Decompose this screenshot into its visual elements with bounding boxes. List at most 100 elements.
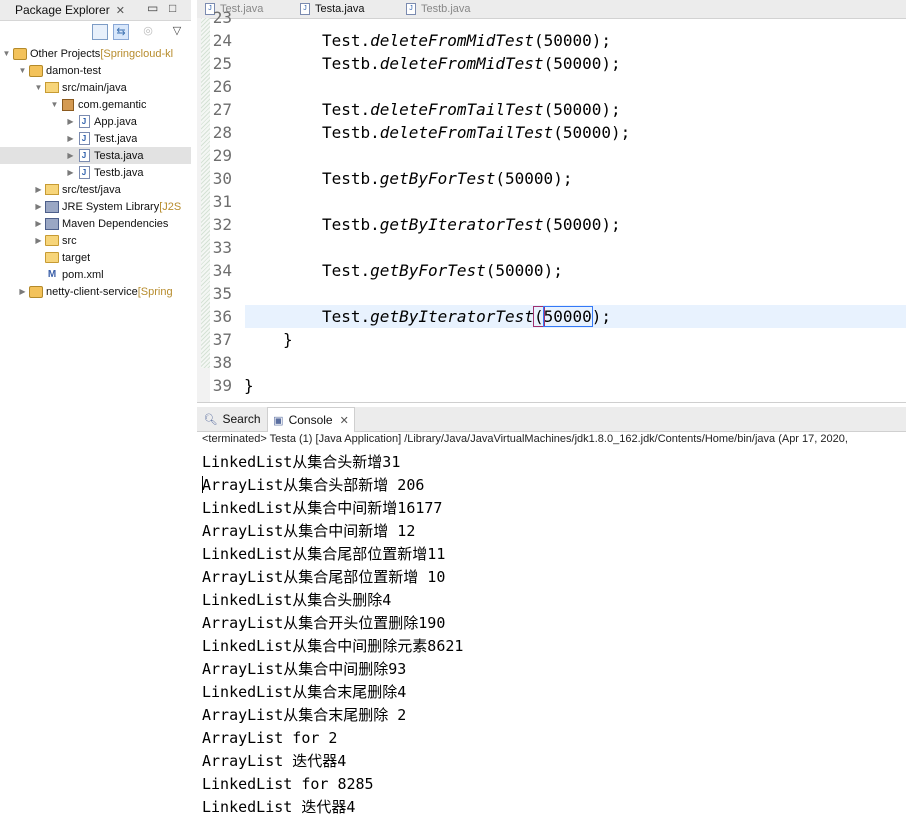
console-output-line: ArrayList从集合尾部位置新增 10 bbox=[202, 568, 446, 586]
tab-console[interactable]: ▣ Console ✕ bbox=[267, 407, 355, 432]
tree-item-label: netty-client-service bbox=[46, 285, 138, 298]
line-number: 38 bbox=[212, 353, 232, 372]
code-line: 32 Testb.getByIteratorTest(50000); bbox=[197, 213, 906, 236]
line-number: 23 bbox=[212, 8, 232, 27]
close-icon[interactable]: ✕ bbox=[340, 414, 349, 427]
console-output-line: ArrayList for 2 bbox=[202, 729, 338, 747]
collapsed-arrow-icon[interactable]: ▶ bbox=[66, 117, 75, 126]
tree-item-label: src/main/java bbox=[62, 81, 127, 94]
line-number: 34 bbox=[212, 261, 232, 280]
expanded-arrow-icon[interactable]: ▼ bbox=[18, 66, 27, 75]
close-icon[interactable]: ✕ bbox=[116, 4, 125, 17]
collapsed-arrow-icon[interactable]: ▶ bbox=[66, 134, 75, 143]
package-explorer-title: Package Explorer bbox=[15, 3, 110, 17]
console-output-line: ArrayList从集合中间新增 12 bbox=[202, 522, 416, 540]
tree-item[interactable]: ▼ Other Projects [Springcloud-kl bbox=[0, 45, 191, 62]
method-name: getByIteratorTest bbox=[379, 215, 544, 234]
code-text: Testb.deleteFromMidTest(50000); bbox=[322, 52, 621, 75]
tree-item[interactable]: target bbox=[0, 249, 191, 266]
tree-item-label: App.java bbox=[94, 115, 137, 128]
java-file-icon: J bbox=[77, 149, 91, 163]
focus-icon[interactable]: ◎ bbox=[141, 24, 155, 38]
tree-item-label: Testa.java bbox=[94, 149, 144, 162]
code-line: 23 bbox=[197, 6, 906, 29]
tree-item[interactable]: ▶ Maven Dependencies bbox=[0, 215, 191, 232]
tree-item[interactable]: ▶ netty-client-service [Spring bbox=[0, 283, 191, 300]
collapsed-arrow-icon[interactable]: ▶ bbox=[34, 185, 43, 194]
code-token: Testb. bbox=[322, 169, 380, 188]
java-editor: J Test.java J Testa.java J Testb.java 23 24 Tes… bbox=[197, 0, 906, 402]
source-folder-icon bbox=[45, 81, 59, 95]
expanded-arrow-icon[interactable]: ▼ bbox=[34, 83, 43, 92]
line-number: 30 bbox=[212, 169, 232, 188]
code-line: 36 Test.getByIteratorTest(50000); bbox=[197, 305, 906, 328]
console-output[interactable]: LinkedList从集合头新增31 ArrayList从集合头部新增 206 Li… bbox=[202, 451, 463, 819]
working-set-icon bbox=[13, 47, 27, 61]
line-number: 32 bbox=[212, 215, 232, 234]
minimize-icon[interactable]: ▭ bbox=[147, 1, 158, 15]
tree-item[interactable]: ▼ src/main/java bbox=[0, 79, 191, 96]
code-token: (50000); bbox=[543, 54, 621, 73]
console-output-line: ArrayList 迭代器4 bbox=[202, 752, 347, 770]
method-name: deleteFromMidTest bbox=[370, 31, 534, 50]
tree-item[interactable]: ▶ src bbox=[0, 232, 191, 249]
console-tab-bar: 🔍︎ Search ▣ Console ✕ bbox=[197, 407, 906, 432]
code-line: 39} bbox=[197, 374, 906, 397]
code-token: (50000); bbox=[533, 31, 611, 50]
code-token: ( bbox=[532, 306, 545, 327]
method-name: getByForTest bbox=[370, 261, 486, 280]
collapsed-arrow-icon[interactable]: ▶ bbox=[34, 236, 43, 245]
tree-item-label: Testb.java bbox=[94, 166, 144, 179]
tree-item[interactable]: ▶ JRE System Library [J2S bbox=[0, 198, 191, 215]
code-token: Testb. bbox=[322, 54, 380, 73]
tab-label: Console bbox=[288, 413, 333, 427]
code-line: 31 bbox=[197, 190, 906, 213]
code-area[interactable]: 23 24 Test.deleteFromMidTest(50000); 25 Test… bbox=[197, 8, 906, 402]
code-line: 27 Test.deleteFromTailTest(50000); bbox=[197, 98, 906, 121]
tree-item-label: com.gemantic bbox=[78, 98, 147, 111]
view-menu-icon[interactable]: ▽ bbox=[170, 24, 184, 38]
tree-item[interactable]: ▶ J Testb.java bbox=[0, 164, 191, 181]
expanded-arrow-icon[interactable]: ▼ bbox=[50, 100, 59, 109]
code-token: Testb. bbox=[322, 123, 380, 142]
line-number: 39 bbox=[212, 376, 232, 395]
library-icon bbox=[45, 217, 59, 231]
tree-item[interactable]: ▶ J Testa.java bbox=[0, 147, 191, 164]
line-number: 25 bbox=[212, 54, 232, 73]
library-icon bbox=[45, 200, 59, 214]
collapsed-arrow-icon[interactable]: ▶ bbox=[66, 151, 75, 160]
tree-item[interactable]: ▶ J Test.java bbox=[0, 130, 191, 147]
method-name: getByForTest bbox=[379, 169, 496, 188]
code-line: 35 bbox=[197, 282, 906, 305]
collapse-all-icon[interactable] bbox=[92, 24, 108, 40]
expanded-arrow-icon[interactable]: ▼ bbox=[2, 49, 11, 58]
maximize-icon[interactable]: □ bbox=[169, 1, 176, 15]
line-number: 24 bbox=[212, 31, 232, 50]
console-view: 🔍︎ Search ▣ Console ✕ <terminated> Testa (1)… bbox=[197, 402, 906, 835]
code-line: 33 bbox=[197, 236, 906, 259]
tree-item-label: damon-test bbox=[46, 64, 102, 77]
tab-search[interactable]: 🔍︎ Search bbox=[201, 407, 263, 431]
console-output-line: ArrayList从集合中间删除93 bbox=[202, 660, 407, 678]
tree-item[interactable]: ▼ damon-test bbox=[0, 62, 191, 79]
collapsed-arrow-icon[interactable]: ▶ bbox=[18, 287, 27, 296]
console-output-line: LinkedList从集合中间删除元素8621 bbox=[202, 637, 464, 655]
collapsed-arrow-icon[interactable]: ▶ bbox=[66, 168, 75, 177]
code-text: Test.deleteFromMidTest(50000); bbox=[322, 29, 611, 52]
code-token: ); bbox=[591, 307, 612, 326]
tree-item[interactable]: ▼ com.gemantic bbox=[0, 96, 191, 113]
tree-item[interactable]: ▶ J App.java bbox=[0, 113, 191, 130]
line-number: 33 bbox=[212, 238, 232, 257]
link-with-editor-icon[interactable]: ⇆ bbox=[113, 24, 129, 40]
collapsed-arrow-icon[interactable]: ▶ bbox=[34, 202, 43, 211]
tree-item[interactable]: Mpom.xml bbox=[0, 266, 191, 283]
package-explorer-tab[interactable]: Package Explorer ✕ bbox=[0, 0, 125, 20]
tree-item[interactable]: ▶ src/test/java bbox=[0, 181, 191, 198]
tree-item-label: JRE System Library bbox=[62, 200, 160, 213]
console-output-line: ArrayList从集合头部新增 206 bbox=[202, 476, 425, 494]
code-text: Test.deleteFromTailTest(50000); bbox=[322, 98, 621, 121]
line-number: 27 bbox=[212, 100, 232, 119]
collapsed-arrow-icon[interactable]: ▶ bbox=[34, 219, 43, 228]
method-name: deleteFromMidTest bbox=[379, 54, 544, 73]
folder-icon bbox=[45, 251, 59, 265]
